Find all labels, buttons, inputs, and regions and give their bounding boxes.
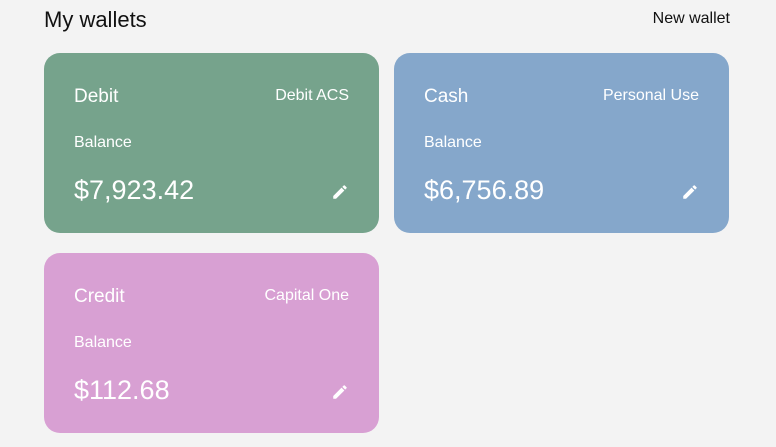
wallet-card-cash[interactable]: Cash Personal Use Balance $6,756.89 xyxy=(394,53,729,233)
wallet-card-credit[interactable]: Credit Capital One Balance $112.68 xyxy=(44,253,379,433)
pencil-icon[interactable] xyxy=(331,183,349,201)
balance-label: Balance xyxy=(424,134,482,151)
wallet-institution: Capital One xyxy=(264,287,350,304)
balance-label: Balance xyxy=(74,334,132,351)
pencil-icon[interactable] xyxy=(681,183,699,201)
page-title: My wallets xyxy=(44,7,147,32)
balance-amount: $7,923.42 xyxy=(74,175,195,205)
wallet-institution: Personal Use xyxy=(602,87,699,104)
balance-label: Balance xyxy=(74,134,132,151)
new-wallet-button[interactable]: New wallet xyxy=(653,8,730,30)
wallet-name: Credit xyxy=(74,286,125,307)
wallets-header: My wallets New wallet xyxy=(44,6,730,36)
balance-amount: $6,756.89 xyxy=(424,175,545,205)
wallet-name: Cash xyxy=(424,86,469,107)
pencil-icon[interactable] xyxy=(331,383,349,401)
wallet-institution: Debit ACS xyxy=(275,87,349,104)
wallet-card-debit[interactable]: Debit Debit ACS Balance $7,923.42 xyxy=(44,53,379,233)
wallet-name: Debit xyxy=(74,86,119,107)
balance-amount: $112.68 xyxy=(74,375,170,405)
